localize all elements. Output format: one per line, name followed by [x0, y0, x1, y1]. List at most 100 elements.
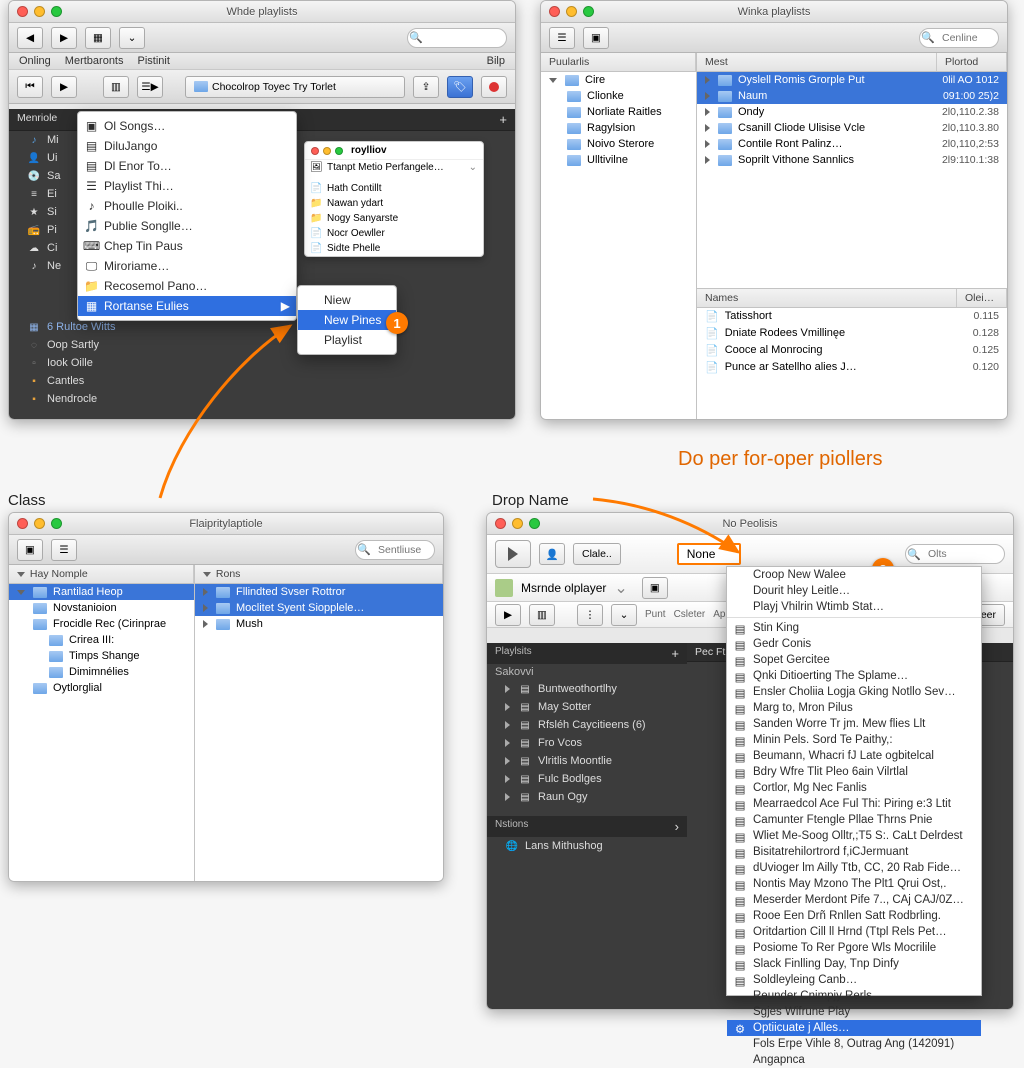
breadcrumb[interactable]: Chocolrop Toyec Try Torlet	[185, 76, 405, 98]
dropdown-item[interactable]: ▤Cortlor, Mg Nec Fanlis	[727, 780, 981, 796]
titlebar[interactable]: No Peolisis	[487, 513, 1013, 535]
dropdown-item[interactable]: Fols Erpe Vihle 8, Outrag Ang (142091)	[727, 1036, 981, 1052]
dropdown-item[interactable]: ▤Ensler Choliia Logja Gking Notllo Sev…	[727, 684, 981, 700]
traffic-lights[interactable]	[541, 6, 594, 17]
tree-row[interactable]: Crirea III:	[9, 632, 194, 648]
play-button[interactable]	[495, 540, 531, 568]
titlebar[interactable]: Flaipritylaptiole	[9, 513, 443, 535]
dropdown-item[interactable]: ▤Sanden Worre Tr jm. Mew flies Llt	[727, 716, 981, 732]
popover-item[interactable]: 📁Nogy Sanyarste	[305, 211, 483, 226]
tree-row[interactable]: Ulltivilne	[541, 152, 696, 168]
table-row[interactable]: 📄Dniate Rodees Vmillinęe0.128	[697, 325, 1007, 342]
dropdown-item[interactable]: Dourit hley Leitle…	[727, 583, 981, 599]
sidebar-item[interactable]: ▤Rfsléh Caycitieens (6)	[487, 716, 687, 734]
sidebar-item[interactable]: ▤Fulc Bodlges	[487, 770, 687, 788]
minimize-icon[interactable]	[566, 6, 577, 17]
menu-item[interactable]: ⌨Chep Tin Paus	[78, 236, 296, 256]
dropdown-item[interactable]: ▤Soldleyleing Canb…	[727, 972, 981, 988]
list-button[interactable]: ☰▶	[137, 76, 163, 98]
submenu-item[interactable]: Playlist	[298, 330, 396, 350]
sidebar-item[interactable]: Sa	[47, 170, 60, 182]
dropdown-item[interactable]: ▤Camunter Ftengle Pllae Thrns Pnie	[727, 812, 981, 828]
dropdown-item[interactable]: ▤Nontis May Mzono The Plt1 Qrui Ost,.	[727, 876, 981, 892]
tree-row[interactable]: Ragylsion	[541, 120, 696, 136]
sidebar-item[interactable]: ▤Fro Vcos	[487, 734, 687, 752]
tree-row[interactable]: Norliate Raitles	[541, 104, 696, 120]
dropdown-item[interactable]: ▤Bisitatrehilortrord f,iCJermuant	[727, 844, 981, 860]
menu-item[interactable]: 📁Recosemol Pano…	[78, 276, 296, 296]
back-button[interactable]: ◀	[17, 27, 43, 49]
sidebar-item[interactable]: ▤May Sotter	[487, 698, 687, 716]
sidebar-item[interactable]: ▪Nendrocle	[9, 390, 515, 408]
tree-row[interactable]: Rantilad Heop	[9, 584, 194, 600]
column-header[interactable]: Hay Nomple	[9, 565, 194, 583]
dropdown-item[interactable]: ▤Wliet Me-Soog Olltr,;T5 S:. CaLt Delrde…	[727, 828, 981, 844]
zoom-icon[interactable]	[583, 6, 594, 17]
sidebar-item[interactable]: Ui	[47, 152, 57, 164]
minimize-icon[interactable]	[323, 147, 331, 155]
popover-item[interactable]: 📄Hath Contillt	[305, 181, 483, 196]
table-row[interactable]: Oyslell Romis Grorple Put0lil AO 1012	[697, 72, 1007, 88]
view-button[interactable]: ▣	[17, 539, 43, 561]
close-icon[interactable]	[495, 518, 506, 529]
tree-row[interactable]: Timps Shange	[9, 648, 194, 664]
dropdown-item[interactable]: ▤Slack Finlling Day, Tnp Dinfy	[727, 956, 981, 972]
titlebar[interactable]: Winka playlists	[541, 1, 1007, 23]
close-icon[interactable]	[17, 6, 28, 17]
submenu[interactable]: Niew New Pines Playlist	[297, 285, 397, 355]
dropdown-item[interactable]: Angapnca	[727, 1052, 981, 1068]
tree-row[interactable]: Noivo Sterore	[541, 136, 696, 152]
sidebar-item[interactable]: Ei	[47, 188, 57, 200]
icon-button[interactable]: 👤	[539, 543, 565, 565]
menu-item[interactable]: ▣Ol Songs…	[78, 116, 296, 136]
zoom-icon[interactable]	[335, 147, 343, 155]
menu-item[interactable]: ♪Phoulle Ploiki..	[78, 196, 296, 216]
dropdown-item[interactable]: ▤Qnki Ditioerting The Splame…	[727, 668, 981, 684]
dropdown-item[interactable]: ▤Sopet Gercitee	[727, 652, 981, 668]
view-button[interactable]: ▦	[85, 27, 111, 49]
tree-row[interactable]: Cire	[541, 72, 696, 88]
list-row[interactable]: Moclitet Syent Siopplele…	[195, 600, 443, 616]
menu-item[interactable]: Onling	[19, 55, 51, 67]
name-dropdown[interactable]: Croop New WaleeDourit hley Leitle…Playj …	[726, 566, 982, 996]
dropdown-item[interactable]: ▤Mearraedcol Ace Ful Thi: Piring e:3 Lti…	[727, 796, 981, 812]
player-label[interactable]: Msrnde olplayer	[521, 581, 606, 595]
dropdown-item-selected[interactable]: ⚙Optiicuate j Alles…	[727, 1020, 981, 1036]
table-row[interactable]: Contile Ront Palinz…2l0,110,2:53	[697, 136, 1007, 152]
nav-button[interactable]: ☰	[549, 27, 575, 49]
dropdown-item[interactable]: ▤Rooe Een Drñ Rnllen Satt Rodbrling.	[727, 908, 981, 924]
zoom-icon[interactable]	[51, 6, 62, 17]
icon-button[interactable]: ⋮	[577, 604, 603, 626]
sidebar-item[interactable]: Ne	[47, 260, 61, 272]
square-button[interactable]: ▣	[642, 577, 668, 599]
view-button[interactable]: ▣	[583, 27, 609, 49]
nav-play-button[interactable]: ▶	[51, 76, 77, 98]
sidebar-item[interactable]: ▫Iook Oille	[9, 354, 515, 372]
tree-row[interactable]: Dimimnélies	[9, 664, 194, 680]
menu-item[interactable]: Mertbaronts	[65, 55, 124, 67]
column-header[interactable]: Rons	[195, 565, 443, 583]
sidebar-item[interactable]: ◌Oop Sartly	[9, 336, 515, 354]
dropdown-item[interactable]: ▤Stin King	[727, 620, 981, 636]
dropdown-item[interactable]: Reunder Cnimpjy Rerls	[727, 988, 981, 1004]
table-row[interactable]: 📄Punce ar Satellho alies J…0.120	[697, 359, 1007, 376]
menu-item[interactable]: ▤DiluJango	[78, 136, 296, 156]
icon-button[interactable]: ⌄	[611, 604, 637, 626]
popover-item[interactable]: 📁Nawan ydart	[305, 196, 483, 211]
traffic-lights[interactable]	[9, 6, 62, 17]
chevron-right-icon[interactable]: ›	[675, 819, 679, 834]
close-icon[interactable]	[17, 518, 28, 529]
table-row[interactable]: 📄Tatisshort0.115	[697, 308, 1007, 325]
context-menu[interactable]: ▣Ol Songs… ▤DiluJango ▤Dl Enor To… ☰Play…	[77, 111, 297, 321]
menu-item[interactable]: 🖵Miroriame…	[78, 256, 296, 276]
sidebar-item[interactable]: Mi	[47, 134, 59, 146]
popover-item[interactable]: 📄Nocr Oewller	[305, 226, 483, 241]
sidebar-item[interactable]: ▤Raun Ogy	[487, 788, 687, 806]
action-button[interactable]: ⌄	[119, 27, 145, 49]
sidebar-item[interactable]: ▤Buntweothortlhy	[487, 680, 687, 698]
list-row[interactable]: Mush	[195, 616, 443, 632]
submenu-item-selected[interactable]: New Pines	[298, 310, 396, 330]
dropdown-item[interactable]: ▤Minin Pels. Sord Te Paithy,:	[727, 732, 981, 748]
add-icon[interactable]: +	[499, 112, 507, 127]
menu-item-selected[interactable]: ▦Rortanse Eulies▶	[78, 296, 296, 316]
